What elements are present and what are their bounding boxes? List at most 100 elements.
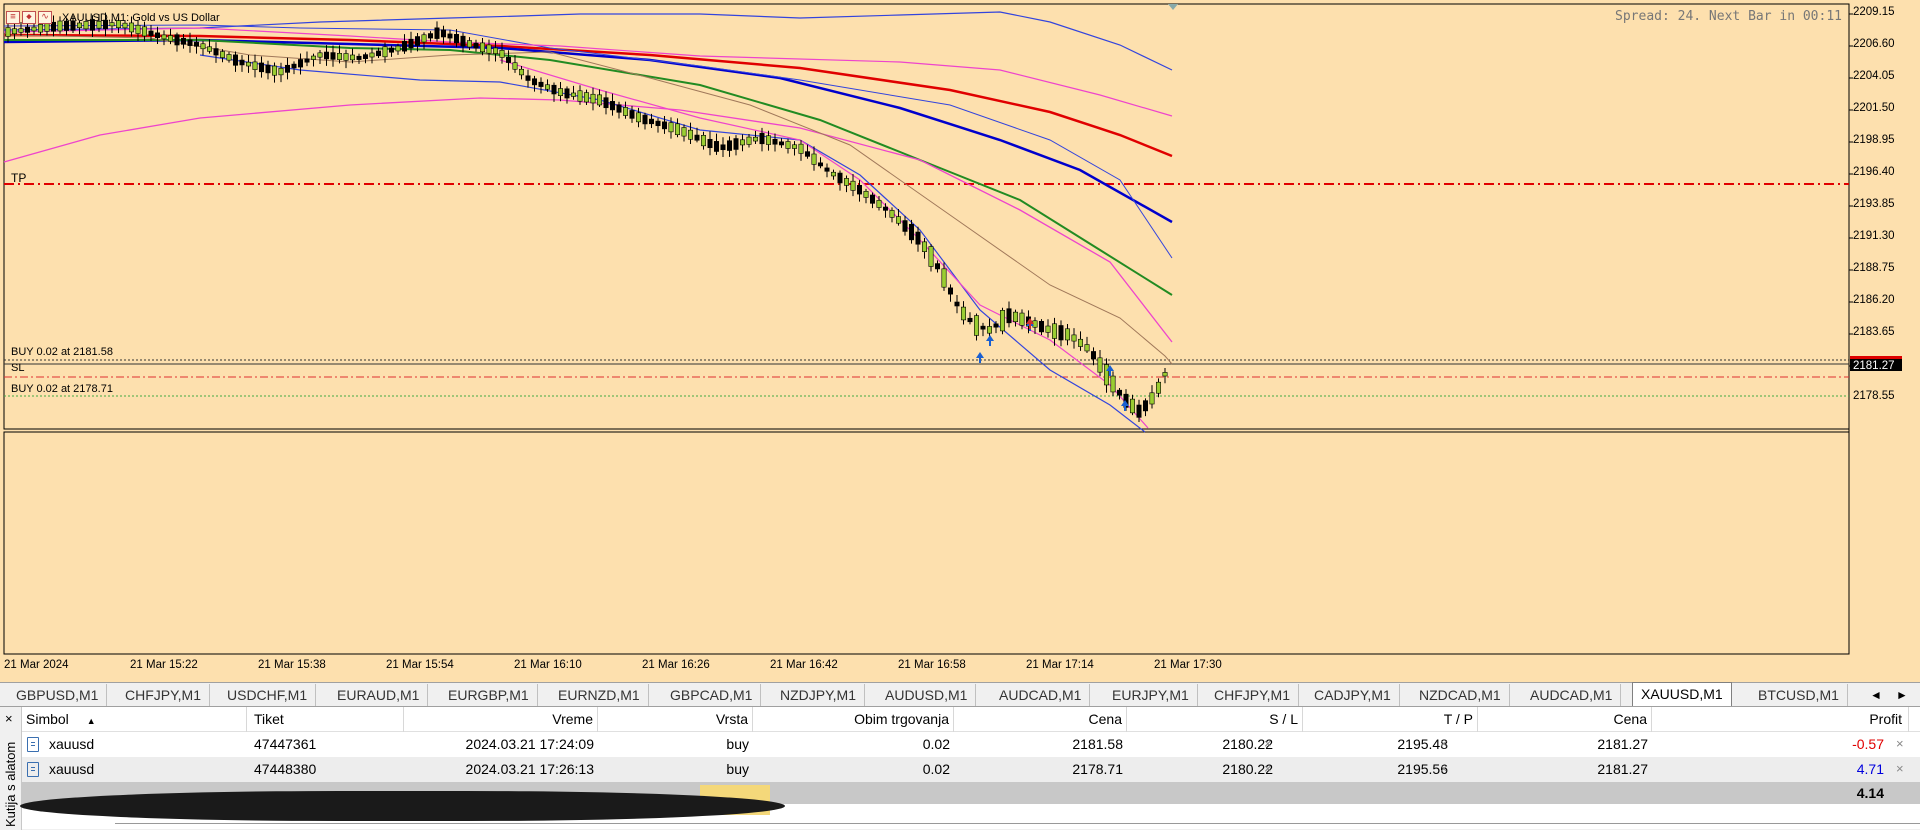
col-header-profit[interactable]: Profit xyxy=(1652,707,1909,732)
candle-body xyxy=(200,43,206,50)
tab-scroll-right-icon[interactable]: ► xyxy=(1893,685,1911,705)
remove-tp-icon[interactable]: × xyxy=(1440,736,1448,751)
chart-tab[interactable]: AUDUSD,M1 xyxy=(877,684,977,706)
x-axis-label: 21 Mar 16:58 xyxy=(898,659,966,671)
candle-body xyxy=(207,46,213,52)
trade-profit: 4.71 xyxy=(1856,761,1884,777)
terminal-close-icon[interactable]: × xyxy=(5,711,13,726)
trade-sl[interactable]: 2180.22 xyxy=(1127,732,1277,757)
buy-arrow-icon xyxy=(976,352,984,363)
trade-volume: 0.02 xyxy=(922,761,950,777)
candle-body xyxy=(869,194,875,204)
chart-tab[interactable]: USDCHF,M1 xyxy=(219,684,317,706)
candle-body xyxy=(395,45,401,52)
chart-tab[interactable]: CHFJPY,M1 xyxy=(117,684,210,706)
chart-tab[interactable]: EURGBP,M1 xyxy=(440,684,538,706)
col-header-type[interactable]: Vrsta xyxy=(598,707,753,732)
candle-body xyxy=(278,67,284,76)
indicator-icon[interactable]: ∿ xyxy=(38,11,52,24)
candle-body xyxy=(772,138,778,145)
candle-body xyxy=(694,134,700,141)
candle-body xyxy=(1136,404,1142,418)
trade-tp[interactable]: 2195.48 xyxy=(1303,732,1452,757)
candle-body xyxy=(928,246,934,267)
col-header-time[interactable]: Vreme xyxy=(404,707,598,732)
chart-tab[interactable]: AUDCAD,M1 xyxy=(1522,684,1622,706)
candle-body xyxy=(726,140,732,151)
candle-body xyxy=(499,49,505,58)
candle-body xyxy=(440,29,446,38)
candle-body xyxy=(375,50,381,57)
price-chart[interactable] xyxy=(0,0,1920,682)
chart-tab[interactable]: AUDCAD,M1 xyxy=(991,684,1091,706)
col-header-volume[interactable]: Obim trgovanja xyxy=(753,707,954,732)
candle-body xyxy=(967,317,973,323)
chart-tab-active[interactable]: XAUUSD,M1 xyxy=(1632,682,1732,707)
trade-row[interactable]: xauusd 47447361 2024.03.21 17:24:09 buy … xyxy=(22,732,1920,757)
candle-body xyxy=(168,35,174,42)
candle-body xyxy=(895,216,901,224)
col-header-tp[interactable]: T / P xyxy=(1303,707,1478,732)
candle-body xyxy=(648,118,654,125)
order-1-label: BUY 0.02 at 2181.58 xyxy=(11,346,113,358)
chart-tab[interactable]: BTCUSD,M1 xyxy=(1750,684,1848,706)
chart-tab[interactable]: EURNZD,M1 xyxy=(550,684,649,706)
chart-tab[interactable]: NZDJPY,M1 xyxy=(772,684,865,706)
close-trade-icon[interactable]: × xyxy=(1896,761,1904,776)
col-header-current-price[interactable]: Cena xyxy=(1478,707,1652,732)
chart-tab[interactable]: EURAUD,M1 xyxy=(329,684,429,706)
col-header-ticket[interactable]: Tiket xyxy=(247,707,404,732)
chart-tab[interactable]: CADJPY,M1 xyxy=(1306,684,1400,706)
trade-row[interactable]: xauusd 47448380 2024.03.21 17:26:13 buy … xyxy=(22,757,1920,782)
candle-body xyxy=(1110,375,1116,393)
candle-body xyxy=(284,64,290,73)
header-label: Simbol xyxy=(26,711,69,727)
trade-time: 2024.03.21 17:26:13 xyxy=(465,761,594,777)
trade-tp[interactable]: 2195.56 xyxy=(1303,757,1452,782)
chart-mode-icon[interactable]: ≡ xyxy=(6,11,20,24)
candle-body xyxy=(1058,325,1064,341)
candle-body xyxy=(746,136,752,145)
candle-body xyxy=(921,241,927,252)
candle-body xyxy=(850,180,856,191)
candle-body xyxy=(538,81,544,87)
y-axis-label: 2193.85 xyxy=(1853,198,1895,210)
expert-icon[interactable]: ◆ xyxy=(22,11,36,24)
band-lower-blue xyxy=(199,54,1146,433)
trade-type: buy xyxy=(726,736,749,752)
candle-body xyxy=(233,54,239,66)
chart-window[interactable]: ≡ ◆ ∿ XAUUSD,M1: Gold vs US Dollar Sprea… xyxy=(0,0,1920,682)
remove-sl-icon[interactable]: × xyxy=(1264,736,1272,751)
chart-tab[interactable]: CHFJPY,M1 xyxy=(1206,684,1299,706)
remove-tp-icon[interactable]: × xyxy=(1440,761,1448,776)
chart-tab[interactable]: EURJPY,M1 xyxy=(1104,684,1198,706)
trade-sl[interactable]: 2180.22 xyxy=(1127,757,1277,782)
col-header-sl[interactable]: S / L xyxy=(1127,707,1303,732)
candle-body xyxy=(1149,392,1155,405)
candle-body xyxy=(837,172,843,184)
candle-body xyxy=(1104,364,1110,386)
candle-body xyxy=(1039,320,1045,333)
col-header-price[interactable]: Cena xyxy=(954,707,1127,732)
chart-tab[interactable]: GBPUSD,M1 xyxy=(8,684,108,706)
candle-body xyxy=(804,151,810,157)
candle-body xyxy=(980,325,986,330)
tab-scroll-left-icon[interactable]: ◄ xyxy=(1867,685,1885,705)
candle-body xyxy=(1130,398,1136,414)
order-2-label: BUY 0.02 at 2178.71 xyxy=(11,383,113,395)
buy-arrow-icon xyxy=(986,335,994,346)
trade-current-price: 2181.27 xyxy=(1597,736,1648,752)
candle-body xyxy=(590,93,596,104)
chart-toolbar-icons: ≡ ◆ ∿ xyxy=(6,11,52,24)
remove-sl-icon[interactable]: × xyxy=(1264,761,1272,776)
x-axis-label: 21 Mar 15:22 xyxy=(130,659,198,671)
col-header-symbol[interactable]: Simbol ▲ xyxy=(22,707,247,732)
candle-body xyxy=(642,114,648,125)
chart-tab[interactable]: GBPCAD,M1 xyxy=(662,684,762,706)
candle-body xyxy=(148,30,154,36)
candle-body xyxy=(323,51,329,60)
close-trade-icon[interactable]: × xyxy=(1896,736,1904,751)
candle-body xyxy=(369,52,375,58)
candle-body xyxy=(720,144,726,151)
chart-tab[interactable]: NZDCAD,M1 xyxy=(1411,684,1510,706)
